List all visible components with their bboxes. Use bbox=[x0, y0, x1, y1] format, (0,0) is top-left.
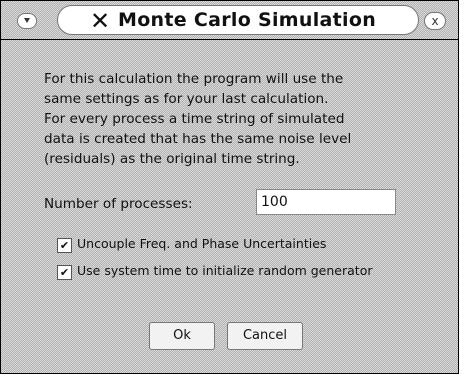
system-time-label: Use system time to initialize random gen… bbox=[77, 263, 373, 278]
cancel-button[interactable]: Cancel bbox=[227, 322, 303, 350]
window-title: Monte Carlo Simulation bbox=[118, 9, 377, 31]
title-pill[interactable]: ✕ Monte Carlo Simulation bbox=[57, 5, 419, 35]
window-menu-button[interactable] bbox=[17, 13, 37, 29]
title-bar[interactable]: ✕ Monte Carlo Simulation x bbox=[1, 1, 458, 40]
ok-button[interactable]: Ok bbox=[149, 322, 215, 350]
close-button[interactable]: x bbox=[424, 12, 446, 30]
uncouple-checkbox[interactable]: ✔ bbox=[57, 238, 72, 253]
description-text: For this calculation the program will us… bbox=[44, 71, 352, 167]
processes-label: Number of processes: bbox=[44, 196, 193, 212]
x-logo-icon: ✕ bbox=[90, 7, 111, 35]
uncouple-label: Uncouple Freq. and Phase Uncertainties bbox=[77, 236, 327, 251]
system-time-checkbox[interactable]: ✔ bbox=[57, 265, 72, 280]
processes-input[interactable] bbox=[256, 189, 396, 215]
monte-carlo-dialog: ✕ Monte Carlo Simulation x For this calc… bbox=[0, 0, 459, 374]
close-icon: x bbox=[431, 14, 439, 28]
